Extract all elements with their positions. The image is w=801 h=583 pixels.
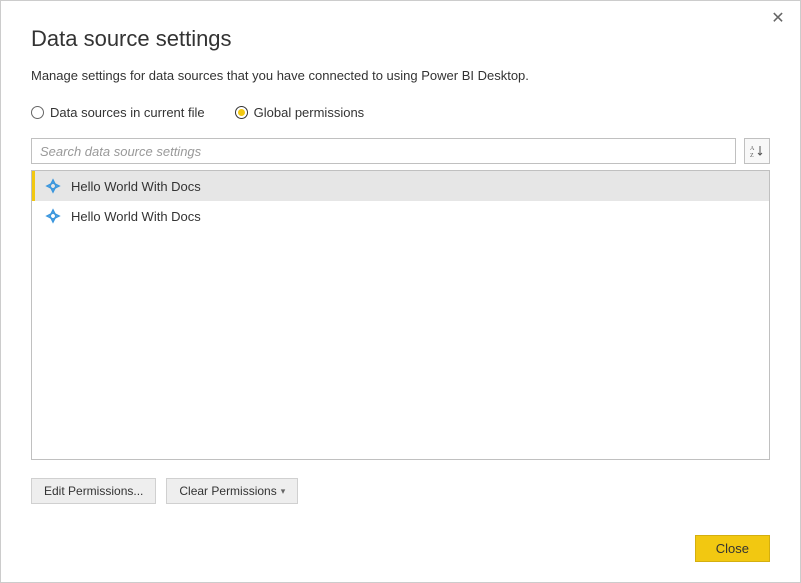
svg-text:A: A: [750, 146, 755, 152]
action-buttons: Edit Permissions... Clear Permissions ▾: [31, 478, 770, 504]
svg-text:Z: Z: [750, 153, 754, 158]
button-label: Edit Permissions...: [44, 484, 143, 498]
data-source-item[interactable]: Hello World With Docs: [32, 201, 769, 231]
data-source-list[interactable]: Hello World With Docs Hello World With D…: [31, 170, 770, 460]
button-label: Clear Permissions: [179, 484, 276, 498]
edit-permissions-button[interactable]: Edit Permissions...: [31, 478, 156, 504]
dialog-title: Data source settings: [31, 26, 770, 52]
radio-global-permissions[interactable]: Global permissions: [235, 105, 365, 120]
chevron-down-icon: ▾: [281, 486, 286, 497]
data-source-name: Hello World With Docs: [71, 209, 201, 224]
data-source-item[interactable]: Hello World With Docs: [32, 171, 769, 201]
dialog-subtitle: Manage settings for data sources that yo…: [31, 68, 770, 83]
data-source-name: Hello World With Docs: [71, 179, 201, 194]
dialog-footer: Close: [695, 535, 770, 562]
close-icon[interactable]: ✕: [768, 9, 788, 29]
radio-current-file[interactable]: Data sources in current file: [31, 105, 205, 120]
sort-button[interactable]: A Z: [744, 138, 770, 164]
radio-icon: [235, 106, 248, 119]
connector-icon: [45, 178, 61, 194]
radio-label: Data sources in current file: [50, 105, 205, 120]
scope-radio-group: Data sources in current file Global perm…: [31, 105, 770, 120]
clear-permissions-button[interactable]: Clear Permissions ▾: [166, 478, 298, 504]
search-input[interactable]: [31, 138, 736, 164]
connector-icon: [45, 208, 61, 224]
close-button[interactable]: Close: [695, 535, 770, 562]
radio-icon: [31, 106, 44, 119]
sort-az-icon: A Z: [750, 144, 764, 158]
radio-label: Global permissions: [254, 105, 365, 120]
search-row: A Z: [31, 138, 770, 164]
